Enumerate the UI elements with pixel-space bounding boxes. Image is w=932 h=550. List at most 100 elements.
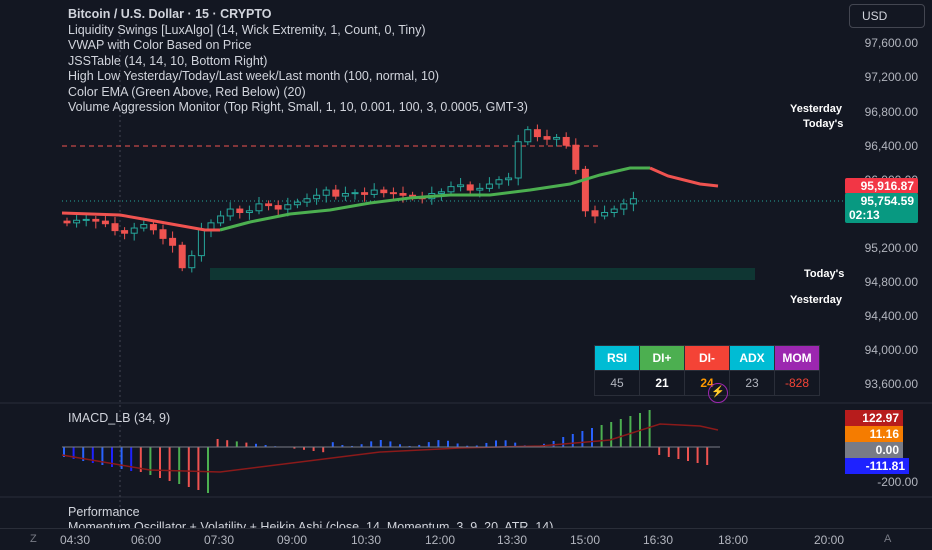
macd-tag-4: -111.81 <box>845 458 909 474</box>
chart-window: Bitcoin / U.S. Dollar · 15 · CRYPTO Liqu… <box>0 0 932 550</box>
candle-body <box>399 193 407 196</box>
lightning-icon[interactable]: ⚡ <box>708 383 728 403</box>
macd-tag-3: 0.00 <box>845 442 903 458</box>
candle-body <box>562 136 570 146</box>
indicator-3[interactable]: JSSTable (14, 14, 10, Bottom Right) <box>68 54 528 70</box>
today-low-label: Today's <box>804 268 845 280</box>
timezone-icon[interactable]: Z <box>30 533 37 545</box>
yesterday-high-label: Yesterday <box>790 103 842 115</box>
time-tick: 06:00 <box>130 533 162 547</box>
macd-tag-1: 122.97 <box>845 410 903 426</box>
candle-body <box>265 203 273 207</box>
rsi-value: 45 <box>594 370 640 396</box>
price-tick: 93,600.00 <box>864 377 918 391</box>
price-tick: 94,000.00 <box>864 343 918 357</box>
time-axis[interactable]: Z 04:30 06:00 07:30 09:00 10:30 12:00 13… <box>0 528 932 550</box>
auto-scale-icon[interactable]: A <box>884 533 891 545</box>
di-minus-header: DI- <box>684 345 730 371</box>
candle-body <box>63 220 71 224</box>
candle-body <box>293 201 301 206</box>
candle-body <box>101 220 109 225</box>
symbol-title[interactable]: Bitcoin / U.S. Dollar · 15 · CRYPTO <box>68 7 528 23</box>
candle-body <box>591 210 599 217</box>
indicator-2[interactable]: VWAP with Color Based on Price <box>68 38 528 54</box>
candle-body <box>620 203 628 210</box>
price-tick: 97,200.00 <box>864 70 918 84</box>
candle-body <box>197 229 205 257</box>
currency-button[interactable]: USD <box>849 4 925 28</box>
candle-body <box>169 237 177 246</box>
candle-body <box>140 224 148 229</box>
candle-body <box>236 208 244 214</box>
price-tick: 95,200.00 <box>864 241 918 255</box>
time-tick: 04:30 <box>59 533 91 547</box>
candle-body <box>149 224 157 231</box>
macd-axis-tick: -200.00 <box>877 475 918 489</box>
mom-header: MOM <box>774 345 820 371</box>
time-tick: 18:00 <box>717 533 749 547</box>
candle-body <box>313 194 321 200</box>
liquidity-zone <box>210 268 755 280</box>
candle-body <box>121 230 129 234</box>
candle-body <box>466 184 474 191</box>
di-plus-header: DI+ <box>639 345 685 371</box>
adx-header: ADX <box>729 345 775 371</box>
performance-title[interactable]: Performance <box>68 505 140 519</box>
candle-body <box>524 129 532 143</box>
candle-body <box>159 229 167 239</box>
di-plus-value: 21 <box>639 370 685 396</box>
candle-body <box>457 184 465 188</box>
candle-body <box>533 129 541 138</box>
ema-segment-red <box>649 166 719 188</box>
candle-body <box>217 215 225 224</box>
candles-group <box>63 124 637 273</box>
candle-body <box>370 189 378 195</box>
performance-subtitle: Momentum Oscillator + Volatility + Heiki… <box>68 520 554 528</box>
candle-body <box>341 193 349 197</box>
price-tick: 97,600.00 <box>864 36 918 50</box>
mom-value: -828 <box>774 370 820 396</box>
candle-body <box>476 187 484 191</box>
ema-line <box>61 166 719 232</box>
ema-price-tag: 95,916.87 <box>845 178 918 194</box>
candle-body <box>629 198 637 205</box>
dmi-table: RSI DI+ DI- ADX MOM 45 21 24 23 -828 <box>594 345 820 396</box>
time-tick: 20:00 <box>813 533 845 547</box>
candle-body <box>111 223 119 232</box>
candle-body <box>178 244 186 269</box>
candle-body <box>514 141 522 179</box>
price-tick: 94,800.00 <box>864 275 918 289</box>
candle-body <box>581 168 589 212</box>
time-tick: 16:30 <box>642 533 674 547</box>
indicator-1[interactable]: Liquidity Swings [LuxAlgo] (14, Wick Ext… <box>68 23 528 39</box>
candle-body <box>303 198 311 203</box>
candle-body <box>255 203 263 212</box>
candle-body <box>553 136 561 140</box>
indicator-5[interactable]: Color EMA (Green Above, Red Below) (20) <box>68 85 528 101</box>
macd-legend[interactable]: IMACD_LB (34, 9) <box>68 411 170 425</box>
yesterday-low-label: Yesterday <box>790 294 842 306</box>
time-tick: 10:30 <box>350 533 382 547</box>
price-tick: 96,800.00 <box>864 105 918 119</box>
candle-body <box>389 192 397 195</box>
macd-tag-2: 11.16 <box>845 426 903 442</box>
price-tick: 94,400.00 <box>864 309 918 323</box>
candle-body <box>543 136 551 140</box>
rsi-header: RSI <box>594 345 640 371</box>
today-high-label: Today's <box>803 118 844 130</box>
time-tick: 13:30 <box>496 533 528 547</box>
indicator-6[interactable]: Volume Aggression Monitor (Top Right, Sm… <box>68 100 528 116</box>
time-tick: 09:00 <box>276 533 308 547</box>
adx-value: 23 <box>729 370 775 396</box>
candle-body <box>92 218 100 222</box>
candle-body <box>188 255 196 269</box>
candle-body <box>332 189 340 197</box>
time-tick: 12:00 <box>424 533 456 547</box>
candle-body <box>226 208 234 217</box>
candle-body <box>361 192 369 195</box>
candle-body <box>82 218 90 221</box>
candle-body <box>380 189 388 194</box>
indicator-legend: Bitcoin / U.S. Dollar · 15 · CRYPTO Liqu… <box>68 7 528 116</box>
candle-body <box>322 189 330 196</box>
indicator-4[interactable]: High Low Yesterday/Today/Last week/Last … <box>68 69 528 85</box>
